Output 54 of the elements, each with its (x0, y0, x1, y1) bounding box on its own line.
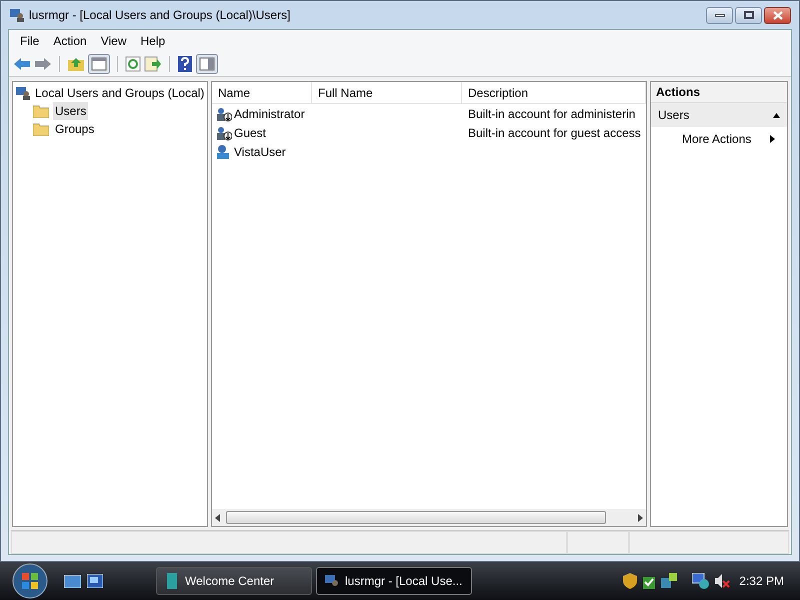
user-icon (216, 144, 232, 160)
scroll-right-icon[interactable] (636, 514, 644, 522)
shield-icon[interactable] (623, 573, 638, 589)
tree-item[interactable]: Local Users and Groups (Local) (35, 84, 204, 102)
disabled-user-icon (216, 106, 232, 122)
section-header[interactable]: Users (651, 103, 787, 127)
close-button[interactable] (764, 6, 791, 24)
action-item[interactable]: More Actions (651, 127, 787, 150)
forward-arrow-icon[interactable] (34, 56, 52, 72)
close-icon (772, 10, 782, 20)
taskbar-button[interactable]: lusrmgr - [Local Use... (316, 567, 472, 595)
table-cell: Built-in account for administerin (468, 106, 636, 120)
menu-item[interactable]: File (13, 32, 46, 50)
section-title: Users (658, 107, 690, 124)
column-header[interactable]: Name (212, 82, 312, 103)
refresh-icon[interactable] (125, 56, 141, 72)
maximize-button[interactable] (735, 6, 762, 24)
clock[interactable]: 2:32 PM (739, 572, 784, 590)
window-switch-icon[interactable] (87, 574, 103, 588)
actions-title: Actions (651, 82, 787, 103)
action-pane-icon[interactable] (196, 54, 218, 74)
menu-item[interactable]: View (94, 32, 134, 50)
help-icon[interactable] (177, 54, 193, 72)
start-orb-icon[interactable] (10, 562, 50, 600)
computer-users-icon (15, 85, 31, 101)
pane-toggle-icon[interactable] (88, 54, 110, 74)
tree-item[interactable]: Groups (53, 120, 96, 138)
collapse-icon[interactable] (773, 112, 780, 118)
folder-icon (33, 122, 49, 136)
submenu-arrow-icon (770, 134, 775, 142)
horizontal-scrollbar[interactable] (212, 509, 646, 526)
tree-item[interactable]: Users (53, 102, 88, 120)
scroll-thumb[interactable] (226, 511, 606, 524)
computer-users-icon (325, 573, 339, 589)
column-header[interactable]: Description (462, 82, 646, 103)
scroll-left-icon[interactable] (214, 514, 222, 522)
computer-users-icon (9, 7, 25, 23)
folder-icon (33, 104, 49, 118)
table-cell-text: Administrator (234, 106, 305, 122)
minimize-button[interactable] (706, 6, 733, 24)
disabled-user-icon (216, 124, 232, 140)
menu-item[interactable]: Help (134, 32, 172, 50)
table-cell-text: VistaUser (234, 144, 286, 160)
taskbar-button[interactable]: Welcome Center (156, 567, 312, 595)
desktop-icon[interactable] (64, 574, 81, 588)
export-icon[interactable] (144, 56, 162, 72)
back-arrow-icon[interactable] (13, 56, 31, 72)
column-header[interactable]: Full Name (312, 82, 462, 103)
menu-item[interactable]: Action (46, 32, 94, 50)
table-cell: Built-in account for guest access (468, 126, 641, 140)
muted-speaker-icon[interactable] (714, 573, 730, 589)
window-title: lusrmgr - [Local Users and Groups (Local)\Users] (29, 7, 290, 24)
folder-up-icon[interactable] (67, 56, 85, 72)
table-cell-text: Guest (234, 124, 266, 142)
